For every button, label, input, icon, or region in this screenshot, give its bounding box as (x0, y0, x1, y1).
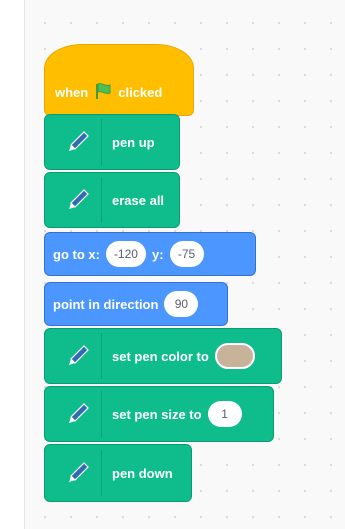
go-to-y-label: y: (151, 246, 164, 262)
pen-icon (55, 391, 102, 437)
y-value-input[interactable]: -75 (169, 241, 204, 267)
x-value-input[interactable]: -120 (105, 241, 146, 267)
erase-all-block[interactable]: erase all (44, 172, 180, 228)
when-flag-clicked-block[interactable]: when clicked (44, 44, 194, 116)
green-flag-icon (94, 82, 112, 103)
pen-size-value-input[interactable]: 1 (207, 401, 242, 427)
pen-icon (55, 450, 102, 496)
pen-up-label: pen up (112, 134, 155, 150)
pen-down-label: pen down (112, 465, 173, 481)
set-pen-size-label: set pen size to (112, 406, 202, 422)
pen-color-swatch[interactable] (214, 343, 255, 369)
pen-icon (55, 333, 102, 379)
hat-label-clicked: clicked (118, 84, 163, 100)
hat-label-when: when (55, 84, 89, 100)
erase-all-label: erase all (112, 192, 165, 208)
workspace-left-edge (0, 0, 25, 529)
go-to-xy-block[interactable]: go to x: -120 y: -75 (44, 232, 256, 276)
set-pen-color-label: set pen color to (112, 348, 209, 364)
set-pen-color-block[interactable]: set pen color to (44, 328, 282, 384)
pen-icon (55, 119, 102, 165)
pen-icon (55, 177, 102, 223)
go-to-x-label: go to x: (53, 246, 100, 262)
set-pen-size-block[interactable]: set pen size to 1 (44, 386, 274, 442)
point-in-direction-block[interactable]: point in direction 90 (44, 282, 228, 326)
pen-down-block[interactable]: pen down (44, 444, 192, 502)
pen-up-block[interactable]: pen up (44, 114, 180, 170)
point-in-direction-label: point in direction (53, 296, 159, 312)
direction-value-input[interactable]: 90 (164, 291, 199, 317)
